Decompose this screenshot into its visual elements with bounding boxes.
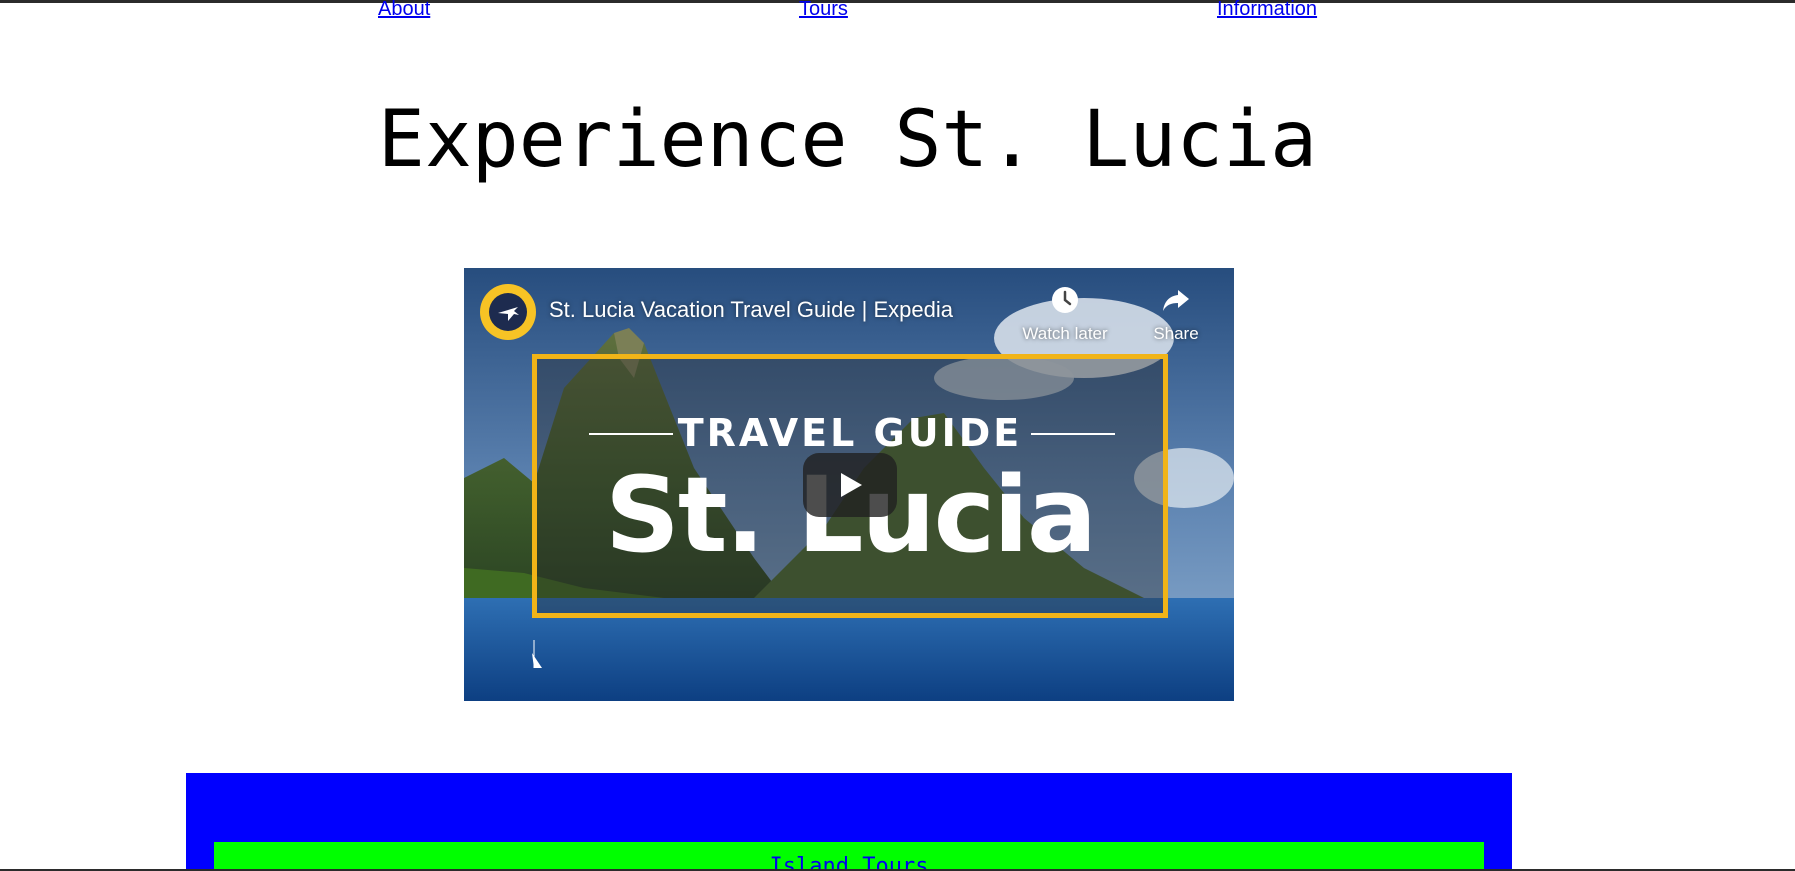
nav-link-information[interactable]: Information	[1217, 0, 1317, 20]
play-icon	[841, 473, 862, 497]
page-title: Experience St. Lucia	[377, 95, 1318, 185]
tours-section: Island Tours	[186, 773, 1512, 871]
embedded-video-player[interactable]: St. Lucia Vacation Travel Guide | Expedi…	[464, 268, 1234, 701]
watch-later-label: Watch later	[1022, 324, 1108, 343]
share-button[interactable]: Share	[1140, 285, 1212, 344]
share-label: Share	[1153, 324, 1199, 343]
watch-later-button[interactable]: Watch later	[1012, 285, 1118, 344]
play-button[interactable]	[803, 453, 897, 517]
expedia-plane-icon	[498, 307, 519, 321]
island-tours-card[interactable]: Island Tours	[214, 842, 1484, 871]
video-title[interactable]: St. Lucia Vacation Travel Guide | Expedi…	[549, 297, 953, 323]
nav-link-about[interactable]: About	[378, 0, 430, 20]
clock-icon	[1052, 287, 1078, 313]
nav-link-tours[interactable]: Tours	[799, 0, 848, 20]
top-nav: About Tours Information	[0, 0, 1795, 24]
guide-divider-right	[1031, 433, 1115, 435]
channel-logo[interactable]	[480, 284, 536, 340]
share-arrow-icon	[1163, 290, 1189, 311]
